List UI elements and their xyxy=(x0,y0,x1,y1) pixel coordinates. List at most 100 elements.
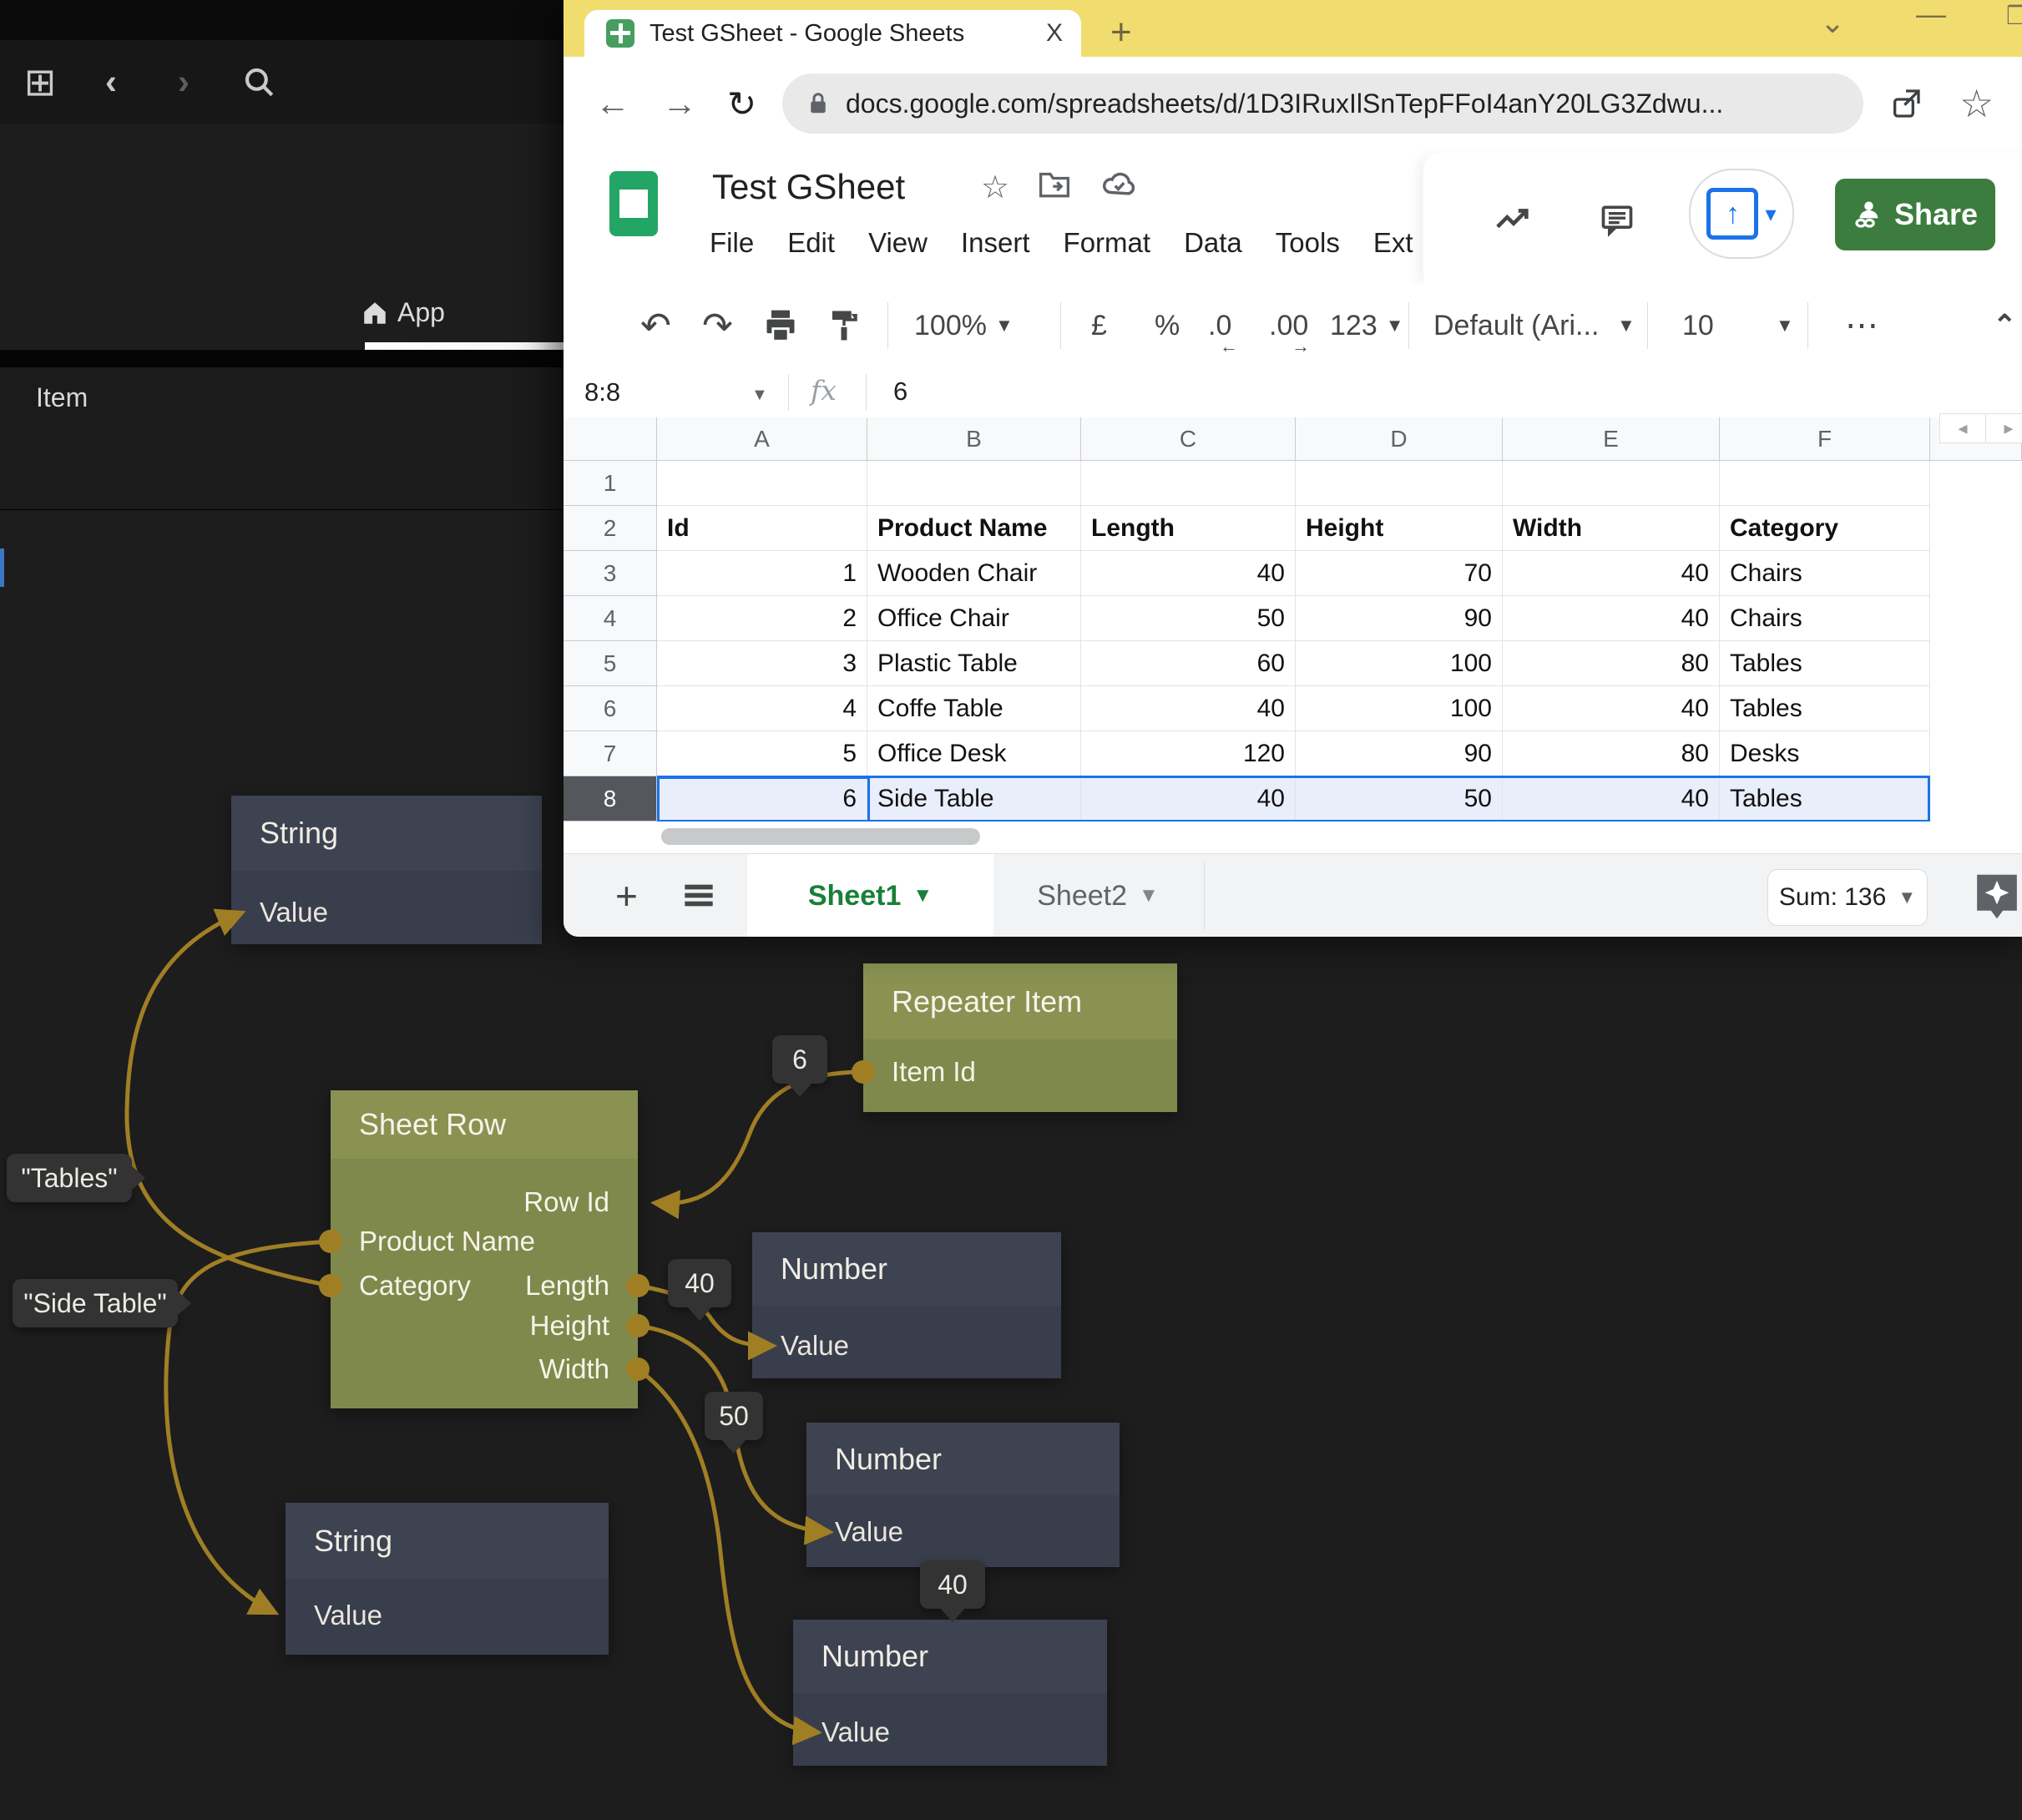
tab-search-chevron-icon[interactable]: ⌄ xyxy=(1820,5,1845,40)
node-string-bottom[interactable]: StringValue xyxy=(286,1503,609,1655)
panel-item-label[interactable]: Item xyxy=(36,382,88,413)
zoom-select[interactable]: 100%▼ xyxy=(914,284,1014,367)
node-repeater-item[interactable]: Repeater ItemItem Id xyxy=(863,963,1177,1112)
redo-icon[interactable]: ↷ xyxy=(702,284,733,367)
row-header-3[interactable]: 3 xyxy=(564,551,657,596)
cell-F7[interactable]: Desks xyxy=(1720,731,1930,776)
port-height[interactable]: Height xyxy=(530,1310,609,1342)
cell-D4[interactable]: 90 xyxy=(1296,596,1503,641)
nav-forward-icon[interactable]: → xyxy=(662,57,697,150)
formula-input[interactable]: 6 xyxy=(893,377,907,407)
maximize-icon[interactable]: ❒ xyxy=(2006,2,2022,31)
row-header-8[interactable]: 8 xyxy=(564,776,657,822)
cell-B6[interactable]: Coffe Table xyxy=(867,686,1081,731)
move-to-folder-icon[interactable] xyxy=(1038,169,1071,207)
port-value[interactable]: Value xyxy=(835,1516,903,1548)
paint-format-icon[interactable] xyxy=(826,284,862,367)
add-sheet-icon[interactable]: + xyxy=(615,854,638,937)
browser-tab[interactable]: Test GSheet - Google Sheets X xyxy=(584,10,1081,57)
cell-F6[interactable]: Tables xyxy=(1720,686,1930,731)
port-width[interactable]: Width xyxy=(539,1353,609,1385)
cell-E6[interactable]: 40 xyxy=(1503,686,1720,731)
column-header-F[interactable]: F xyxy=(1720,417,1930,461)
new-tab-icon[interactable]: + xyxy=(1110,12,1132,53)
port-row-id[interactable]: Row Id xyxy=(523,1186,609,1218)
cell-A3[interactable]: 1 xyxy=(657,551,867,596)
tab-sheet1[interactable]: Sheet1▼ xyxy=(747,854,993,937)
cell-C4[interactable]: 50 xyxy=(1081,596,1296,641)
node-string-top[interactable]: StringValue xyxy=(231,796,542,944)
trending-chart-icon[interactable] xyxy=(1494,202,1533,244)
search-icon[interactable] xyxy=(235,40,282,124)
menu-file[interactable]: File xyxy=(710,227,754,259)
nav-back-icon[interactable]: ← xyxy=(595,57,630,150)
back-icon[interactable]: ‹ xyxy=(90,40,132,124)
cell-B5[interactable]: Plastic Table xyxy=(867,641,1081,686)
spreadsheet-grid[interactable]: ABCDEF12IdProduct NameLengthHeightWidthC… xyxy=(564,417,2022,822)
cell-F5[interactable]: Tables xyxy=(1720,641,1930,686)
node-number-2[interactable]: NumberValue xyxy=(806,1423,1120,1567)
cell-B2[interactable]: Product Name xyxy=(867,506,1081,551)
cell-D5[interactable]: 100 xyxy=(1296,641,1503,686)
hscroll-thumb[interactable] xyxy=(661,828,980,845)
cell-A7[interactable]: 5 xyxy=(657,731,867,776)
node-number-1[interactable]: NumberValue xyxy=(752,1232,1061,1378)
port-product-name[interactable]: Product Name xyxy=(359,1226,535,1257)
cell-E4[interactable]: 40 xyxy=(1503,596,1720,641)
name-box[interactable]: 8:8 xyxy=(584,367,620,417)
cell-D3[interactable]: 70 xyxy=(1296,551,1503,596)
column-header-D[interactable]: D xyxy=(1296,417,1503,461)
menu-data[interactable]: Data xyxy=(1184,227,1242,259)
column-header-C[interactable]: C xyxy=(1081,417,1296,461)
cell-F1[interactable] xyxy=(1720,461,1930,506)
url-bar[interactable]: docs.google.com/spreadsheets/d/1D3IRuxIl… xyxy=(782,73,1863,134)
share-button[interactable]: Share xyxy=(1835,179,1995,250)
cell-F4[interactable]: Chairs xyxy=(1720,596,1930,641)
cell-E7[interactable]: 80 xyxy=(1503,731,1720,776)
cell-D8[interactable]: 50 xyxy=(1296,776,1503,822)
column-header-A[interactable]: A xyxy=(657,417,867,461)
star-document-icon[interactable]: ☆ xyxy=(981,169,1009,206)
currency-format-button[interactable]: £ xyxy=(1091,284,1107,367)
cell-E1[interactable] xyxy=(1503,461,1720,506)
cell-B4[interactable]: Office Chair xyxy=(867,596,1081,641)
close-tab-icon[interactable]: X xyxy=(1046,19,1063,48)
menu-insert[interactable]: Insert xyxy=(961,227,1030,259)
collapse-toolbar-icon[interactable]: ⌃ xyxy=(1993,284,2017,367)
document-title[interactable]: Test GSheet xyxy=(712,167,905,207)
cell-C6[interactable]: 40 xyxy=(1081,686,1296,731)
port-item-id[interactable]: Item Id xyxy=(892,1056,976,1088)
reload-icon[interactable]: ↻ xyxy=(727,57,756,150)
all-sheets-icon[interactable] xyxy=(682,854,715,937)
row-header-5[interactable]: 5 xyxy=(564,641,657,686)
cell-A5[interactable]: 3 xyxy=(657,641,867,686)
menu-view[interactable]: View xyxy=(868,227,928,259)
cell-A1[interactable] xyxy=(657,461,867,506)
cell-C8[interactable]: 40 xyxy=(1081,776,1296,822)
cell-D7[interactable]: 90 xyxy=(1296,731,1503,776)
cloud-saved-icon[interactable] xyxy=(1102,169,1137,207)
row-header-7[interactable]: 7 xyxy=(564,731,657,776)
row-header-1[interactable]: 1 xyxy=(564,461,657,506)
print-icon[interactable] xyxy=(762,284,799,367)
present-button[interactable]: ↑ ▾ xyxy=(1689,169,1794,259)
font-size-select[interactable]: 10 xyxy=(1682,284,1714,367)
node-number-3[interactable]: NumberValue xyxy=(793,1620,1107,1766)
cell-C2[interactable]: Length xyxy=(1081,506,1296,551)
cell-B3[interactable]: Wooden Chair xyxy=(867,551,1081,596)
cell-E3[interactable]: 40 xyxy=(1503,551,1720,596)
more-toolbar-icon[interactable]: ⋯ xyxy=(1845,284,1878,367)
number-format-select[interactable]: 123▼ xyxy=(1330,284,1404,367)
app-root-label[interactable]: App xyxy=(361,297,445,328)
cell-C1[interactable] xyxy=(1081,461,1296,506)
cell-B8[interactable]: Side Table xyxy=(867,776,1081,822)
column-header-B[interactable]: B xyxy=(867,417,1081,461)
cell-B7[interactable]: Office Desk xyxy=(867,731,1081,776)
minimize-icon[interactable]: — xyxy=(1916,0,1946,32)
node-sheet-row[interactable]: Sheet RowRow IdProduct NameCategoryLengt… xyxy=(331,1090,638,1408)
cell-D1[interactable] xyxy=(1296,461,1503,506)
port-value[interactable]: Value xyxy=(314,1600,382,1631)
cell-D6[interactable]: 100 xyxy=(1296,686,1503,731)
port-value[interactable]: Value xyxy=(260,897,328,928)
menu-edit[interactable]: Edit xyxy=(787,227,835,259)
